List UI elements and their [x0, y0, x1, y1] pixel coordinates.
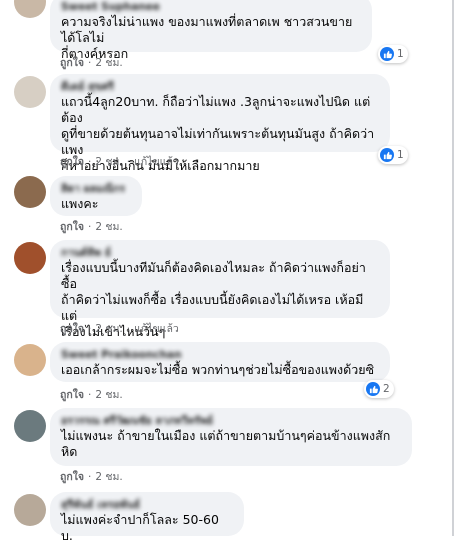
avatar[interactable] [14, 0, 46, 18]
avatar[interactable] [14, 242, 46, 274]
commenter-name[interactable]: อรวรรณ ศรีวัฒนชัย ลาภทวีทรัพย์ [61, 414, 401, 428]
comment-bubble: Sweet Suphanee ความจริงไม่น่าแพง ของมาแพ… [50, 0, 372, 61]
thumbs-up-icon [380, 148, 394, 162]
commenter-name[interactable]: สุรีพันธ์ เหรอพันธ์ [61, 498, 233, 512]
edited-label[interactable]: แก้ไขแล้ว [134, 156, 179, 168]
comment-time[interactable]: 2 ชม. [95, 221, 122, 233]
comment-actions: ถูกใจ · 2 ชม. [60, 221, 123, 233]
commenter-name[interactable]: Sweet Suphanee [61, 0, 361, 14]
avatar[interactable] [14, 410, 46, 442]
comment-bubble: สุรีพันธ์ เหรอพันธ์ ไม่แพงค่ะจำปาก็โลละ … [50, 492, 244, 543]
comment-bubble: สิดา ผลมณีกร แพงคะ [50, 176, 142, 216]
comment-text: เออเกล้ากระผมจะไม่ซื้อ พวกท่านๆช่วยไม่ซื… [61, 362, 375, 377]
thumbs-up-icon [380, 47, 394, 61]
like-link[interactable]: ถูกใจ [60, 471, 84, 483]
comment-actions: ถูกใจ · 2 ชม. [60, 57, 123, 69]
comment-text: แพงคะ [61, 196, 99, 211]
commenter-name[interactable]: สิดา ผลมณีกร [61, 182, 131, 196]
comment-time[interactable]: 2 ชม. [95, 156, 122, 168]
comment-actions: ถูกใจ · 2 ชม. [60, 389, 123, 401]
like-link[interactable]: ถูกใจ [60, 389, 84, 401]
comment-bubble: Sweet Praikoonchan เออเกล้ากระผมจะไม่ซื้… [50, 342, 390, 382]
comment-text: ความจริงไม่น่าแพง ของมาแพงที่ตลาดเพ ชาวส… [61, 14, 353, 61]
edited-label[interactable]: แก้ไขแล้ว [134, 323, 179, 335]
comment-actions: ถูกใจ · 2 ชม. · แก้ไขแล้ว [60, 156, 179, 168]
avatar[interactable] [14, 344, 46, 376]
commenter-name[interactable]: กานต์ทิพ ย์ [61, 246, 379, 260]
like-link[interactable]: ถูกใจ [60, 221, 84, 233]
like-link[interactable]: ถูกใจ [60, 57, 84, 69]
comment-bubble: ดีเดย์ สุขศรี แถวนี้4ลูก20บาท. ก็ถือว่าไ… [50, 74, 390, 173]
reaction-number: 1 [397, 48, 404, 60]
avatar[interactable] [14, 76, 46, 108]
reaction-number: 2 [383, 383, 390, 395]
comment-text: ไม่แพงนะ ถ้าขายในเมือง แต่ถ้าขายตามบ้านๆ… [61, 428, 391, 459]
comment-time[interactable]: 2 ชม. [95, 471, 122, 483]
thumbs-up-icon [366, 382, 380, 396]
like-link[interactable]: ถูกใจ [60, 323, 84, 335]
comment-actions: ถูกใจ · 2 ชม. · แก้ไขแล้ว [60, 323, 179, 335]
comment-bubble: กานต์ทิพ ย์ เรื่องแบบนี้บางทีมันก็ต้องคิ… [50, 240, 390, 339]
comment-time[interactable]: 2 ชม. [95, 323, 122, 335]
reaction-count[interactable]: 1 [378, 146, 408, 164]
comment-time[interactable]: 2 ชม. [95, 57, 122, 69]
reaction-number: 1 [397, 149, 404, 161]
reaction-count[interactable]: 2 [364, 380, 394, 398]
commenter-name[interactable]: ดีเดย์ สุขศรี [61, 80, 379, 94]
commenter-name[interactable]: Sweet Praikoonchan [61, 348, 379, 362]
avatar[interactable] [14, 494, 46, 526]
comment-time[interactable]: 2 ชม. [95, 389, 122, 401]
reaction-count[interactable]: 1 [378, 45, 408, 63]
comment-actions: ถูกใจ · 2 ชม. [60, 471, 123, 483]
like-link[interactable]: ถูกใจ [60, 156, 84, 168]
comment-text: ไม่แพงค่ะจำปาก็โลละ 50-60 บ. [61, 512, 219, 543]
avatar[interactable] [14, 176, 46, 208]
comment-bubble: อรวรรณ ศรีวัฒนชัย ลาภทวีทรัพย์ ไม่แพงนะ … [50, 408, 412, 466]
